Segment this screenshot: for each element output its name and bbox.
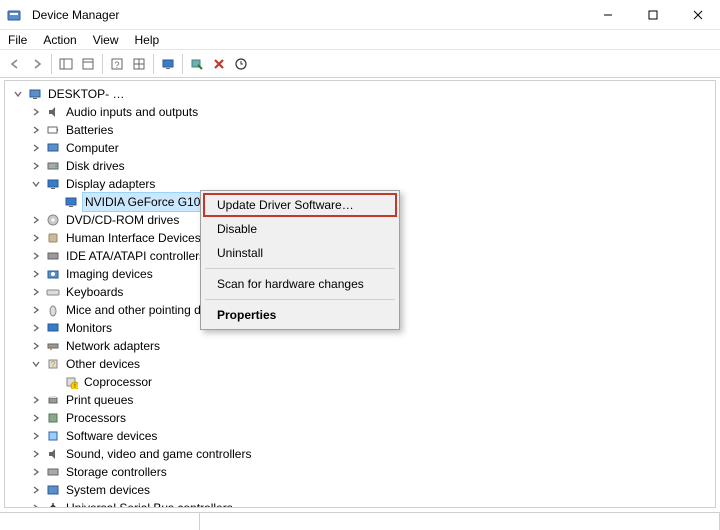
menu-file[interactable]: File bbox=[8, 33, 27, 47]
device-icon bbox=[45, 104, 61, 120]
close-button[interactable] bbox=[675, 0, 720, 29]
device-icon bbox=[45, 230, 61, 246]
chevron-right-icon[interactable] bbox=[29, 123, 43, 137]
toolbar-delete-icon[interactable] bbox=[208, 53, 230, 75]
menu-help[interactable]: Help bbox=[135, 33, 160, 47]
chevron-right-icon[interactable] bbox=[29, 393, 43, 407]
toolbar: ? bbox=[0, 50, 720, 78]
chevron-right-icon[interactable] bbox=[29, 105, 43, 119]
tree-item[interactable]: Print queues bbox=[11, 391, 715, 409]
chevron-right-icon[interactable] bbox=[29, 429, 43, 443]
toolbar-update-icon[interactable] bbox=[230, 53, 252, 75]
tree-root[interactable]: DESKTOP- … bbox=[11, 85, 715, 103]
chevron-right-icon[interactable] bbox=[29, 411, 43, 425]
chevron-right-icon[interactable] bbox=[29, 141, 43, 155]
ctx-disable[interactable]: Disable bbox=[203, 217, 397, 241]
tree-item[interactable]: Processors bbox=[11, 409, 715, 427]
device-icon bbox=[45, 428, 61, 444]
toolbar-show-hide-tree[interactable] bbox=[55, 53, 77, 75]
toolbar-properties[interactable] bbox=[77, 53, 99, 75]
chevron-right-icon[interactable] bbox=[29, 303, 43, 317]
svg-text:?: ? bbox=[51, 360, 56, 369]
tree-item[interactable]: Sound, video and game controllers bbox=[11, 445, 715, 463]
tree-item[interactable]: Batteries bbox=[11, 121, 715, 139]
device-icon bbox=[45, 158, 61, 174]
tree-item[interactable]: Computer bbox=[11, 139, 715, 157]
device-icon bbox=[45, 176, 61, 192]
menu-action[interactable]: Action bbox=[43, 33, 76, 47]
tree-item[interactable]: System devices bbox=[11, 481, 715, 499]
ctx-scan[interactable]: Scan for hardware changes bbox=[203, 272, 397, 296]
ctx-properties[interactable]: Properties bbox=[203, 303, 397, 327]
back-button[interactable] bbox=[4, 53, 26, 75]
chevron-down-icon[interactable] bbox=[29, 177, 43, 191]
device-icon bbox=[45, 248, 61, 264]
minimize-button[interactable] bbox=[585, 0, 630, 29]
menu-bar: File Action View Help bbox=[0, 30, 720, 50]
chevron-down-icon[interactable] bbox=[11, 87, 25, 101]
chevron-right-icon[interactable] bbox=[29, 285, 43, 299]
ctx-separator bbox=[205, 268, 395, 269]
device-icon bbox=[45, 500, 61, 508]
chevron-right-icon[interactable] bbox=[29, 501, 43, 508]
tree-item[interactable]: Network adapters bbox=[11, 337, 715, 355]
device-icon bbox=[45, 446, 61, 462]
tree-item[interactable]: Universal Serial Bus controllers bbox=[11, 499, 715, 508]
app-icon bbox=[6, 7, 22, 23]
device-icon bbox=[45, 464, 61, 480]
chevron-right-icon[interactable] bbox=[29, 321, 43, 335]
tree-item[interactable]: Storage controllers bbox=[11, 463, 715, 481]
ctx-update-driver[interactable]: Update Driver Software… bbox=[203, 193, 397, 217]
ctx-uninstall[interactable]: Uninstall bbox=[203, 241, 397, 265]
device-icon bbox=[45, 122, 61, 138]
device-icon bbox=[45, 320, 61, 336]
device-icon bbox=[45, 212, 61, 228]
device-icon: ! bbox=[63, 374, 79, 390]
tree-item[interactable]: Software devices bbox=[11, 427, 715, 445]
tree-item-coprocessor[interactable]: !Coprocessor bbox=[11, 373, 715, 391]
status-bar bbox=[0, 512, 720, 530]
forward-button[interactable] bbox=[26, 53, 48, 75]
chevron-down-icon[interactable] bbox=[29, 357, 43, 371]
device-icon bbox=[45, 302, 61, 318]
chevron-right-icon[interactable] bbox=[29, 339, 43, 353]
toolbar-help-icon[interactable]: ? bbox=[106, 53, 128, 75]
menu-view[interactable]: View bbox=[93, 33, 119, 47]
device-icon: ? bbox=[45, 356, 61, 372]
window-title: Device Manager bbox=[32, 8, 119, 22]
maximize-button[interactable] bbox=[630, 0, 675, 29]
toolbar-scan-icon[interactable] bbox=[186, 53, 208, 75]
chevron-right-icon[interactable] bbox=[29, 159, 43, 173]
device-icon bbox=[45, 482, 61, 498]
chevron-right-icon[interactable] bbox=[29, 213, 43, 227]
ctx-separator bbox=[205, 299, 395, 300]
chevron-right-icon[interactable] bbox=[29, 465, 43, 479]
device-icon bbox=[45, 410, 61, 426]
device-icon bbox=[45, 338, 61, 354]
tree-item[interactable]: ?Other devices bbox=[11, 355, 715, 373]
chevron-right-icon[interactable] bbox=[29, 483, 43, 497]
device-icon bbox=[45, 284, 61, 300]
device-icon bbox=[45, 392, 61, 408]
device-icon bbox=[63, 194, 79, 210]
tree-item[interactable]: Disk drives bbox=[11, 157, 715, 175]
chevron-right-icon[interactable] bbox=[29, 447, 43, 461]
chevron-right-icon[interactable] bbox=[29, 249, 43, 263]
tree-item[interactable]: Audio inputs and outputs bbox=[11, 103, 715, 121]
device-icon bbox=[27, 86, 43, 102]
chevron-right-icon[interactable] bbox=[29, 267, 43, 281]
toolbar-grid-icon[interactable] bbox=[128, 53, 150, 75]
svg-text:?: ? bbox=[114, 60, 119, 70]
chevron-right-icon[interactable] bbox=[29, 231, 43, 245]
context-menu: Update Driver Software… Disable Uninstal… bbox=[200, 190, 400, 330]
device-icon bbox=[45, 266, 61, 282]
toolbar-monitor-icon[interactable] bbox=[157, 53, 179, 75]
device-icon bbox=[45, 140, 61, 156]
title-bar: Device Manager bbox=[0, 0, 720, 30]
